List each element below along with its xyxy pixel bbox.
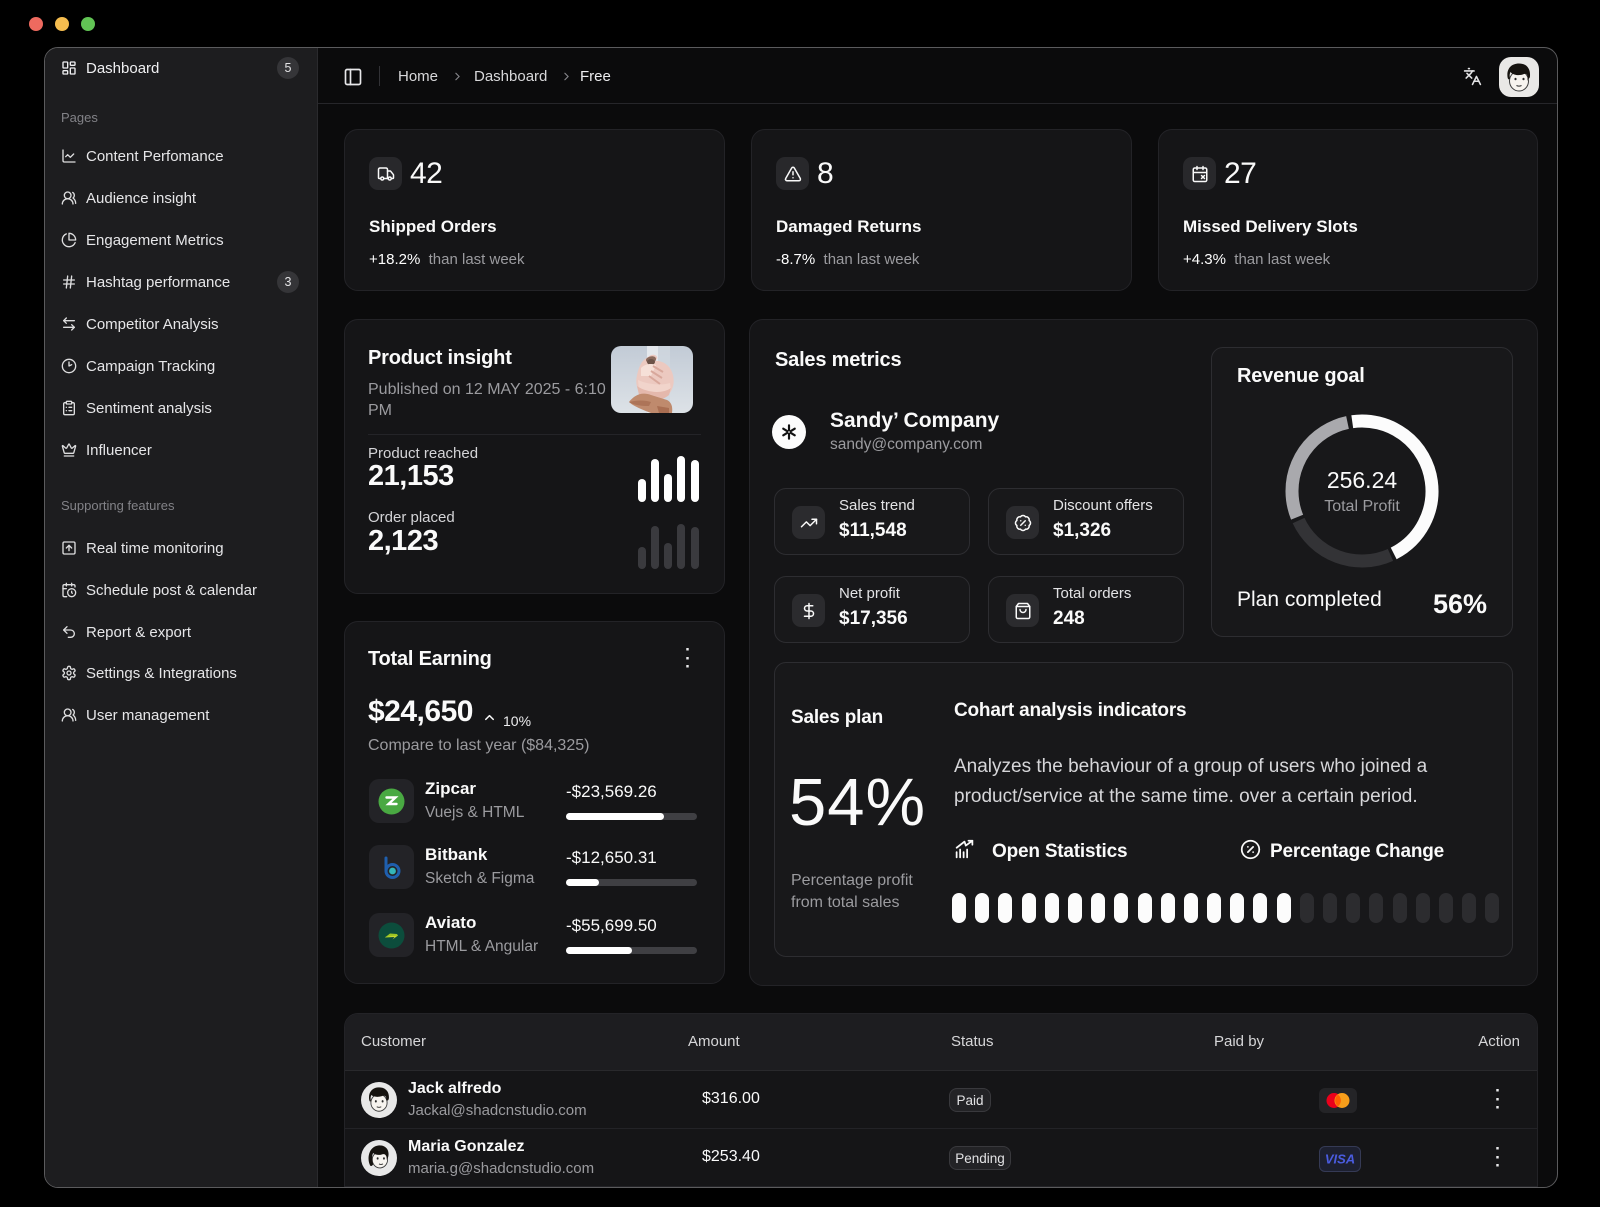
svg-text:VISA: VISA <box>1325 1152 1355 1166</box>
